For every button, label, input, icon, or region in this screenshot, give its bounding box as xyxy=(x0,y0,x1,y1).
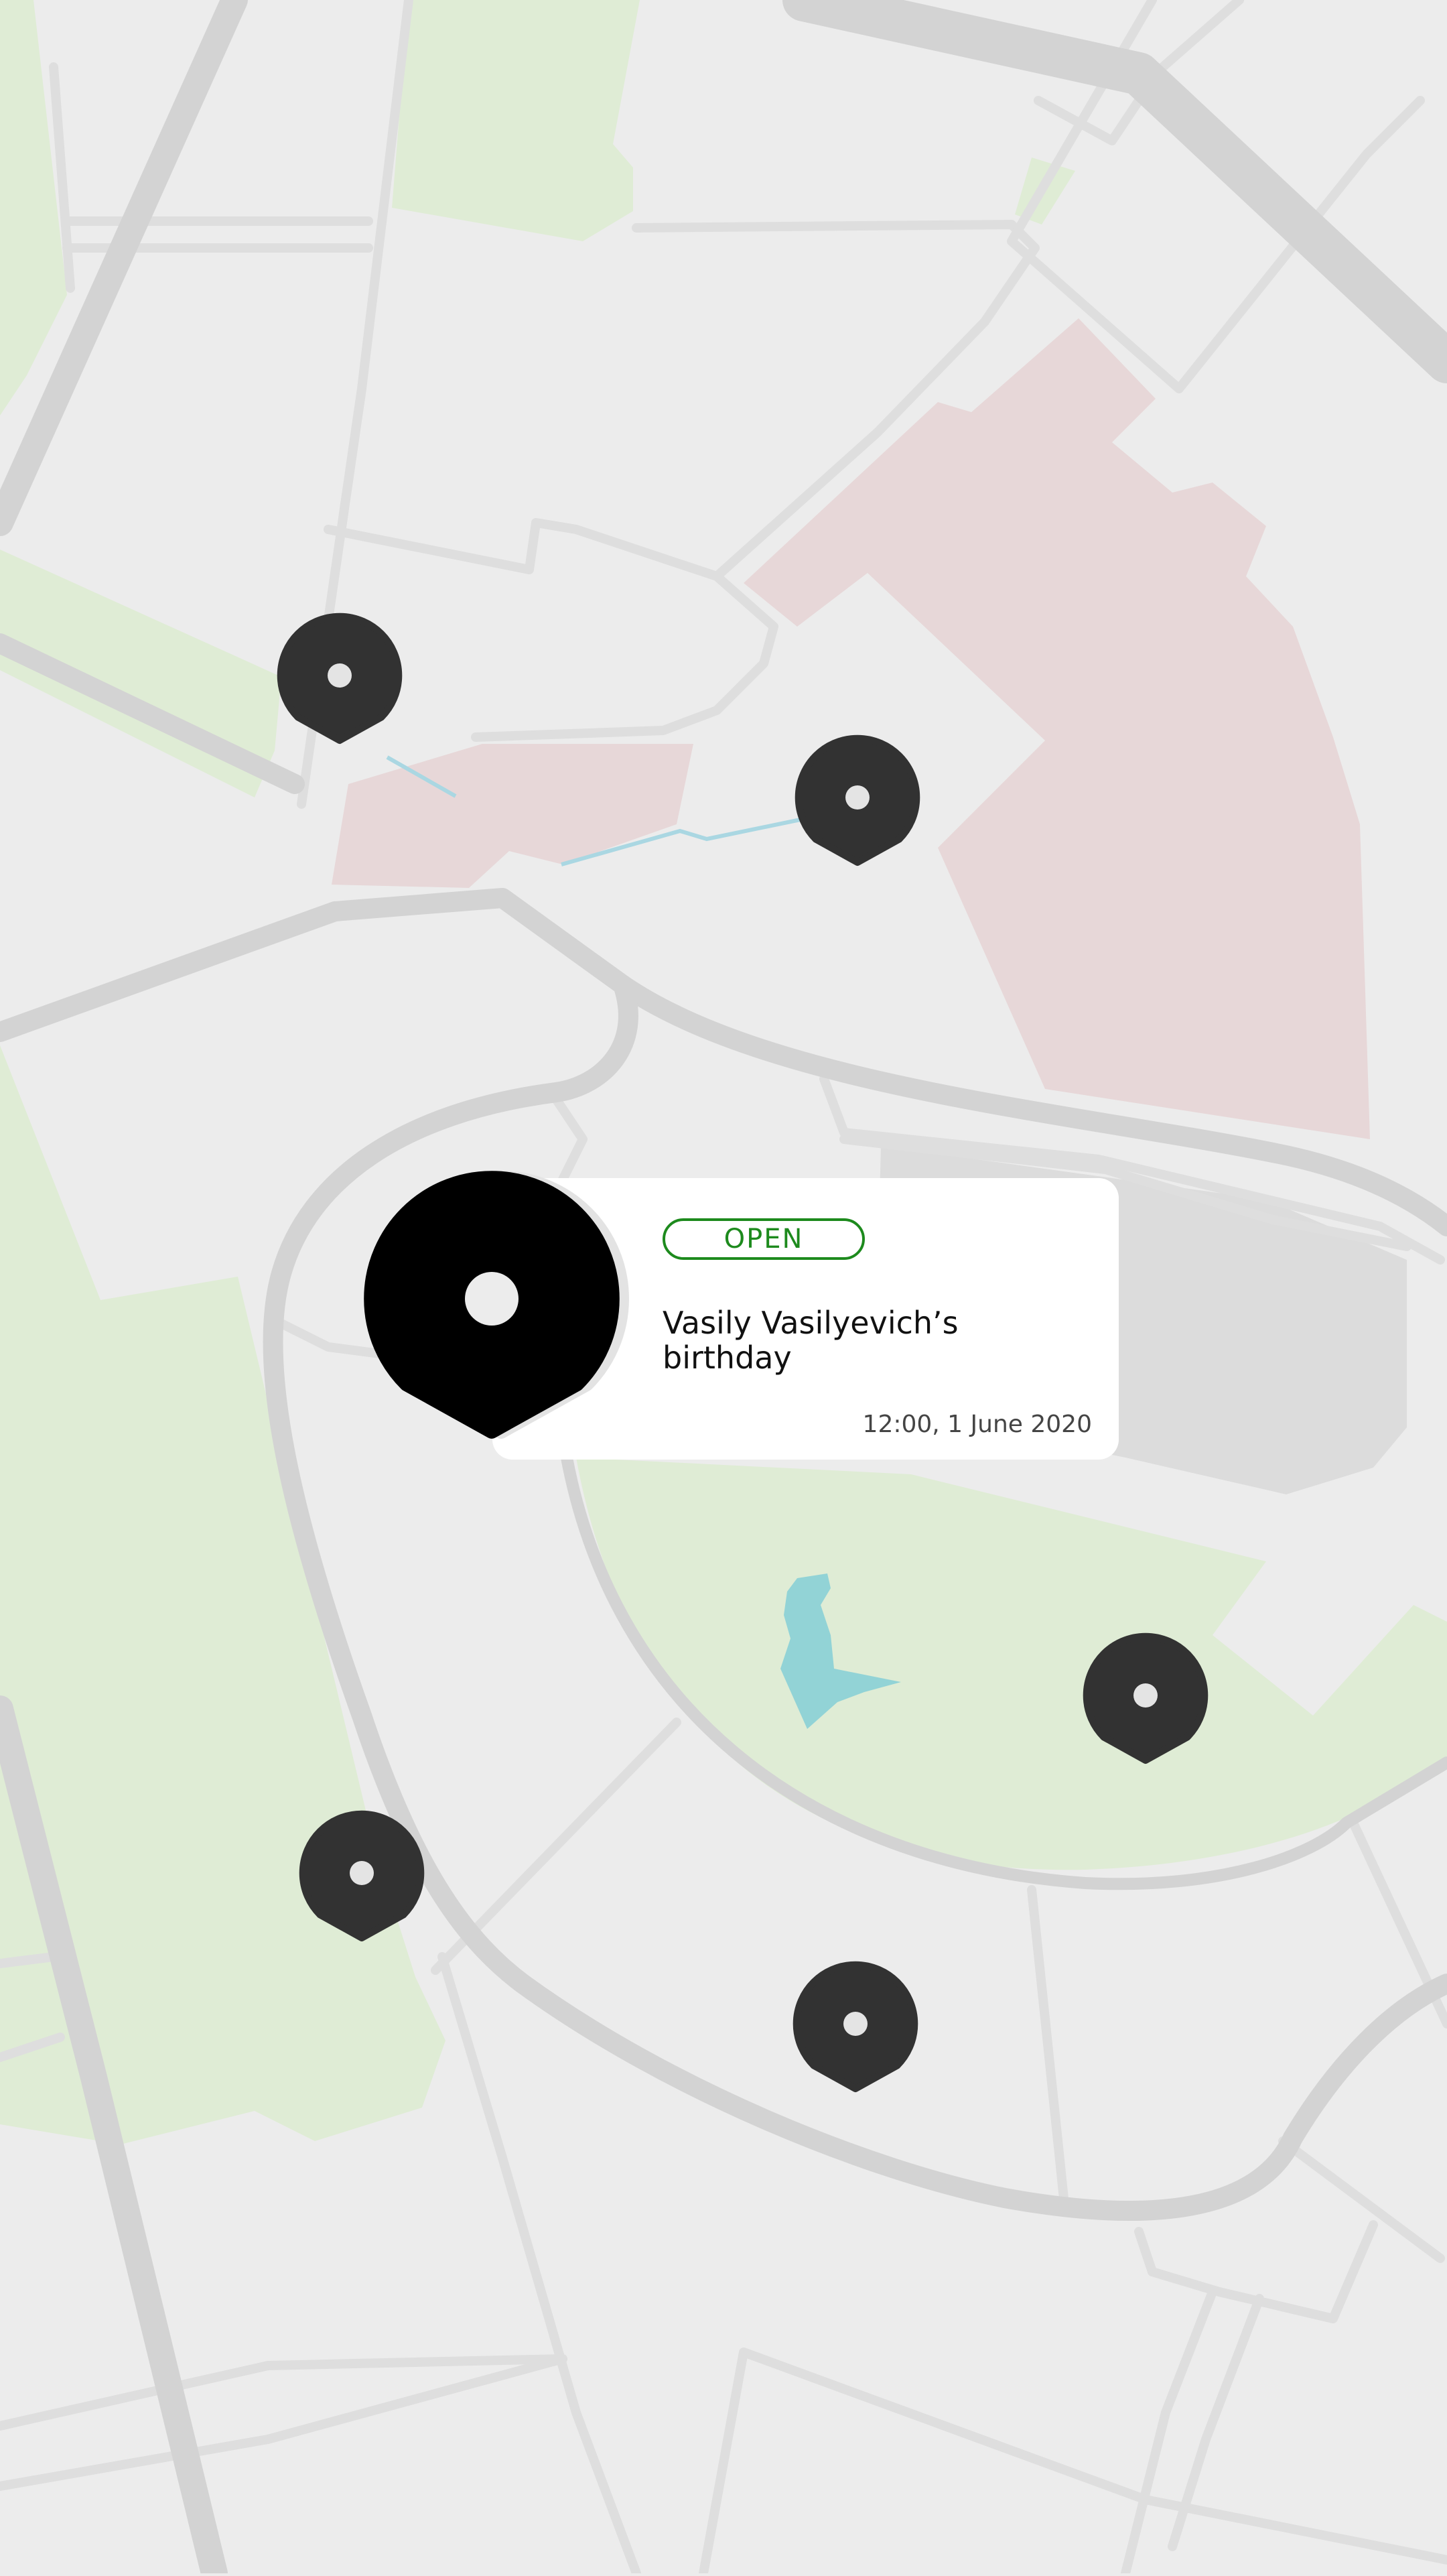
pin-hole xyxy=(465,1272,519,1326)
selected-pin-layer xyxy=(364,1171,629,1439)
